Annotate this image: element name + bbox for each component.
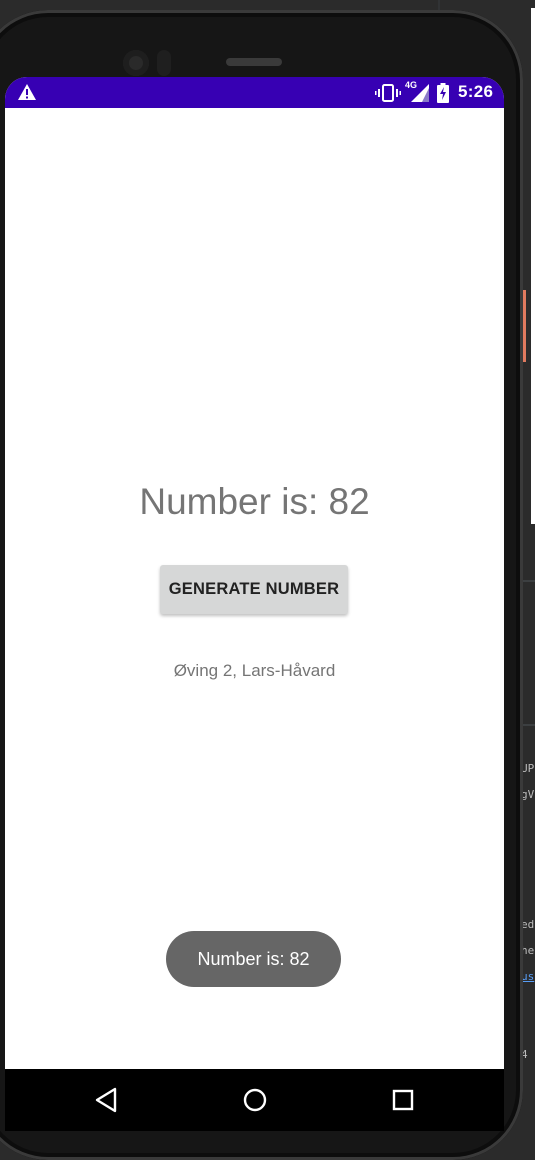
ide-preview-panel [531, 8, 535, 524]
number-display: Number is: 82 [139, 481, 370, 522]
status-time: 5:26 [458, 82, 494, 101]
front-camera [123, 50, 149, 76]
home-icon[interactable] [243, 1088, 267, 1112]
ide-code-snippet: ed [521, 918, 535, 931]
battery-charging-icon [437, 83, 449, 103]
ide-code-snippet: 4 [521, 1048, 528, 1061]
signal-icon [411, 84, 429, 102]
toast-text: Number is: 82 [197, 948, 310, 969]
earpiece-speaker [226, 58, 282, 66]
caption-text: Øving 2, Lars-Håvard [173, 661, 336, 680]
warning-icon [18, 84, 36, 100]
vibrate-icon [375, 84, 401, 102]
proximity-sensor [157, 50, 171, 76]
ide-code-snippet: gV [521, 788, 535, 801]
recents-icon[interactable] [392, 1089, 414, 1111]
navigation-bar [5, 1069, 504, 1131]
generate-number-button[interactable]: GENERATE NUMBER [160, 565, 348, 614]
back-icon[interactable] [93, 1086, 119, 1114]
ide-link[interactable]: us [521, 970, 535, 983]
ide-code-snippet: he [521, 944, 535, 957]
app-screen: 4G 5:26 Number is: 82 GENERATE NUMBER Øv… [5, 77, 504, 1125]
ide-code-snippet: UP [521, 762, 535, 775]
toast-message: Number is: 82 [166, 931, 341, 987]
status-bar: 4G 5:26 [5, 77, 504, 108]
